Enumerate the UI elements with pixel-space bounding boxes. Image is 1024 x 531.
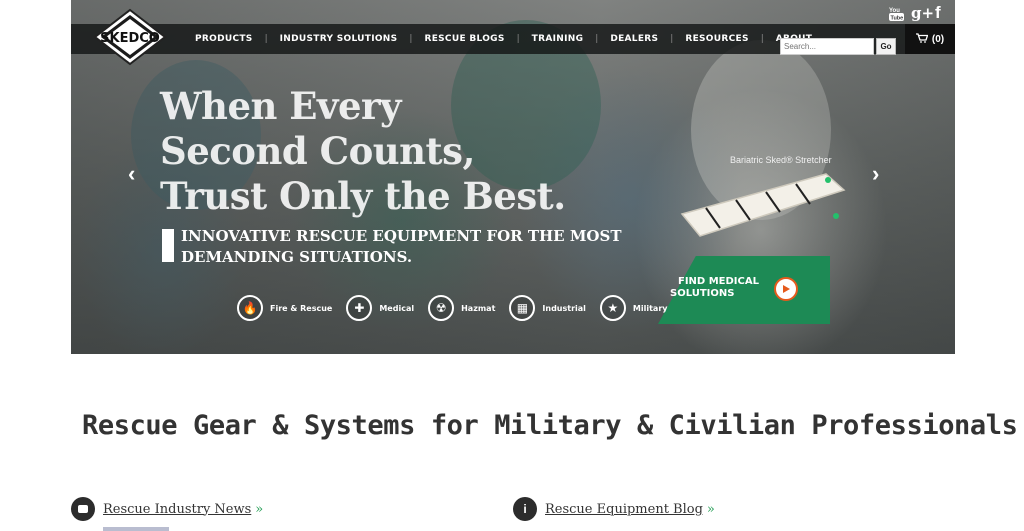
nav-rescue-blogs[interactable]: RESCUE BLOGS (412, 24, 516, 54)
rescue-equipment-blog-more[interactable]: » (707, 502, 715, 517)
radiation-icon: ☢ (428, 295, 455, 321)
hero-tagline: INNOVATIVE RESCUE EQUIPMENT FOR THE MOST… (181, 227, 622, 266)
factory-icon: ▦ (509, 295, 536, 321)
youtube-icon[interactable]: You Tube (888, 4, 906, 22)
tagline-accent-bar (162, 229, 174, 262)
medical-cross-icon: ✚ (346, 295, 373, 321)
feed-rescue-equipment-blog: i Rescue Equipment Blog » (513, 497, 715, 521)
feed-tab-indicator (103, 527, 169, 531)
google-plus-icon[interactable]: g+ (911, 4, 934, 22)
search-input[interactable] (780, 38, 874, 55)
category-military[interactable]: ★ Military (599, 295, 668, 321)
carousel-next-button[interactable]: › (872, 161, 879, 187)
category-hazmat[interactable]: ☢ Hazmat (428, 295, 495, 321)
info-icon: i (513, 497, 537, 521)
news-icon (71, 497, 95, 521)
nav-training[interactable]: TRAINING (520, 24, 596, 54)
find-solutions-text[interactable]: FIND MEDICAL SOLUTIONS (670, 276, 780, 300)
star-icon: ★ (599, 295, 626, 321)
hero-headline: When Every Second Counts, Trust Only the… (160, 84, 566, 218)
industry-categories: 🔥 Fire & Rescue ✚ Medical ☢ Hazmat ▦ Ind… (237, 295, 682, 321)
carousel-prev-button[interactable]: ‹ (128, 161, 135, 187)
stretcher-image (676, 166, 846, 244)
fire-icon: 🔥 (237, 295, 263, 321)
rescue-industry-news-more[interactable]: » (255, 502, 263, 517)
cart-count: (0) (931, 33, 945, 45)
rescue-equipment-blog-link[interactable]: Rescue Equipment Blog (545, 502, 703, 517)
nav-menu: PRODUCTS | INDUSTRY SOLUTIONS | RESCUE B… (183, 24, 824, 54)
logo-wordmark: SKEDCO (100, 31, 160, 46)
find-solutions-play-button[interactable] (774, 277, 798, 301)
product-caption: Bariatric Sked® Stretcher (730, 155, 832, 165)
nav-industry-solutions[interactable]: INDUSTRY SOLUTIONS (268, 24, 410, 54)
search-go-button[interactable]: Go (876, 38, 896, 55)
play-icon (783, 285, 790, 293)
nav-dealers[interactable]: DEALERS (598, 24, 670, 54)
nav-resources[interactable]: RESOURCES (673, 24, 760, 54)
rescue-industry-news-link[interactable]: Rescue Industry News (103, 502, 251, 517)
cart-icon (915, 32, 929, 46)
nav-products[interactable]: PRODUCTS (183, 24, 265, 54)
facebook-icon[interactable]: f (935, 3, 941, 22)
feed-rescue-industry-news: Rescue Industry News » (71, 497, 263, 521)
category-fire-rescue[interactable]: 🔥 Fire & Rescue (237, 295, 332, 321)
page-title: Rescue Gear & Systems for Military & Civ… (82, 410, 1018, 441)
category-medical[interactable]: ✚ Medical (346, 295, 414, 321)
cart-button[interactable]: (0) (905, 24, 955, 54)
skedco-logo[interactable]: SKEDCO (93, 8, 167, 66)
svg-text:Tube: Tube (891, 16, 904, 22)
category-industrial[interactable]: ▦ Industrial (509, 295, 586, 321)
